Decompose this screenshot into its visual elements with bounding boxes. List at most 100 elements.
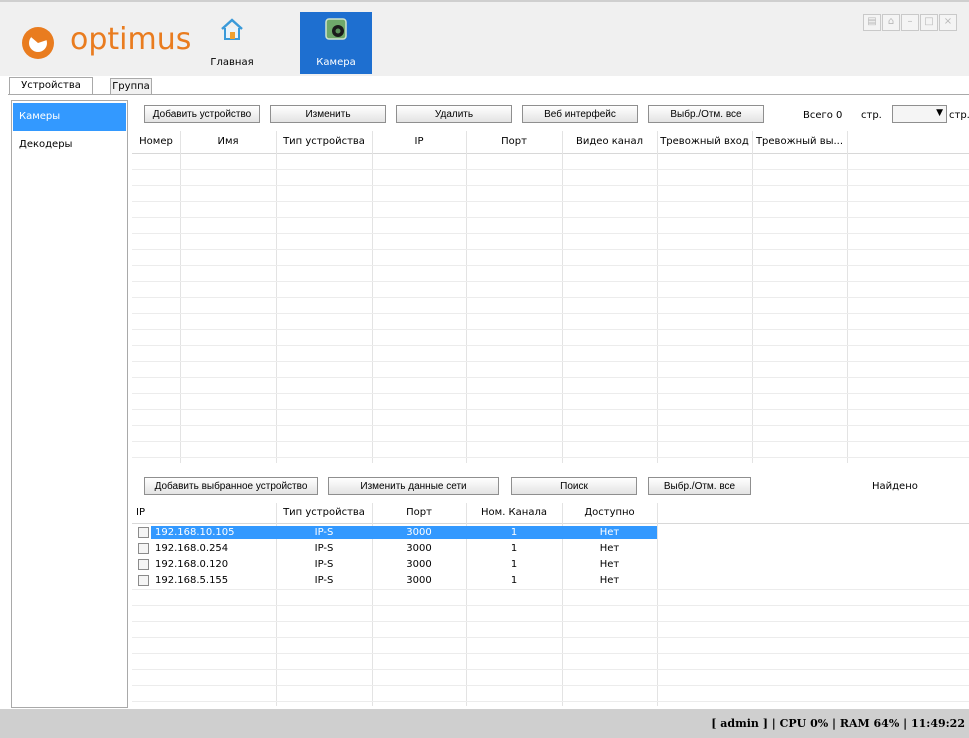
available-cell: Нет — [562, 526, 657, 539]
grid-row-line — [132, 409, 969, 410]
grid-row-line — [132, 281, 969, 282]
total-count: Всего 0 — [803, 110, 843, 121]
status-text: [ admin ] | CPU 0% | RAM 64% | 11:49:22 — [711, 717, 965, 730]
type-cell: IP-S — [314, 575, 334, 586]
type-cell: IP-S — [314, 543, 334, 554]
grid-row-line — [132, 653, 969, 654]
select-all-devices-button[interactable]: Выбр./Отм. все — [648, 105, 764, 123]
col-number[interactable]: Номер — [132, 131, 180, 153]
col-port[interactable]: Порт — [372, 503, 466, 523]
grid-row-line — [132, 701, 969, 702]
grid-row-line — [132, 313, 969, 314]
table-row[interactable]: 192.168.0.254 IP-S 3000 1 Нет — [132, 542, 969, 555]
col-alarm-in[interactable]: Тревожный вход — [657, 131, 752, 153]
close-icon[interactable]: × — [939, 14, 957, 31]
grid-row-line — [132, 377, 969, 378]
shirt-icon[interactable]: ⌂ — [882, 14, 900, 31]
table-row[interactable]: 192.168.10.105 IP-S 3000 1 Нет — [132, 526, 969, 539]
grid-row-line — [132, 201, 969, 202]
grid-row-line — [132, 329, 969, 330]
available-cell: Нет — [599, 559, 620, 570]
col-port[interactable]: Порт — [466, 131, 562, 153]
col-device-type[interactable]: Тип устройства — [276, 503, 372, 523]
col-available[interactable]: Доступно — [562, 503, 657, 523]
edit-device-button[interactable]: Изменить — [270, 105, 386, 123]
optimus-logo-icon — [22, 27, 54, 59]
grid-row-line — [132, 393, 969, 394]
ip-cell: 192.168.5.155 — [155, 575, 229, 586]
channel-cell: 1 — [510, 559, 518, 570]
web-interface-button[interactable]: Веб интерфейс — [522, 105, 638, 123]
grid-row-line — [132, 249, 969, 250]
tab-devices[interactable]: Устройства — [9, 77, 93, 95]
col-alarm-out[interactable]: Тревожный вы... — [752, 131, 847, 153]
grid-row-line — [132, 169, 969, 170]
device-table: Номер Имя Тип устройства IP Порт Видео к… — [132, 131, 969, 463]
table-row[interactable]: 192.168.0.120 IP-S 3000 1 Нет — [132, 558, 969, 571]
grid-row-line — [132, 185, 969, 186]
change-network-button[interactable]: Изменить данные сети — [328, 477, 499, 495]
app-header: optimus Главная Камера ▤ ⌂ – □ × — [0, 0, 969, 76]
status-bar: [ admin ] | CPU 0% | RAM 64% | 11:49:22 — [0, 709, 969, 738]
grid-row-line — [132, 669, 969, 670]
grid-row-line — [132, 233, 969, 234]
row-checkbox[interactable] — [138, 559, 149, 570]
sidebar-item-cameras[interactable]: Камеры — [13, 103, 126, 131]
grid-row-line — [132, 605, 969, 606]
page-label: стр. — [861, 110, 882, 121]
col-ip[interactable]: IP — [372, 131, 466, 153]
row-checkbox[interactable] — [138, 575, 149, 586]
sidebar-item-decoders[interactable]: Декодеры — [13, 131, 126, 159]
grid-row-line — [132, 297, 969, 298]
grid-row-line — [132, 621, 969, 622]
col-name[interactable]: Имя — [180, 131, 276, 153]
type-cell: IP-S — [276, 526, 372, 539]
type-cell: IP-S — [314, 559, 334, 570]
tab-divider — [8, 94, 969, 95]
row-checkbox[interactable] — [138, 543, 149, 554]
port-cell: 3000 — [406, 543, 432, 554]
available-cell: Нет — [599, 575, 620, 586]
available-cell: Нет — [599, 543, 620, 554]
nav-home-button[interactable]: Главная — [196, 12, 268, 74]
lock-icon[interactable]: ▤ — [863, 14, 881, 31]
home-icon — [221, 18, 243, 40]
grid-row-line — [132, 457, 969, 458]
found-label: Найдено — [872, 481, 918, 492]
nav-home-label: Главная — [210, 57, 254, 68]
channel-cell: 1 — [510, 575, 518, 586]
grid-row-line — [132, 345, 969, 346]
camera-icon — [325, 18, 347, 40]
minimize-icon[interactable]: – — [901, 14, 919, 31]
grid-row-line — [132, 685, 969, 686]
page-select[interactable]: ▼ — [892, 105, 947, 123]
col-device-type[interactable]: Тип устройства — [276, 131, 372, 153]
search-button[interactable]: Поиск — [511, 477, 637, 495]
grid-row-line — [132, 425, 969, 426]
row-checkbox[interactable] — [138, 527, 149, 538]
page-suffix: стр. — [949, 110, 969, 121]
grid-row-line — [132, 361, 969, 362]
delete-device-button[interactable]: Удалить — [396, 105, 512, 123]
port-cell: 3000 — [406, 559, 432, 570]
channel-cell: 1 — [510, 543, 518, 554]
col-video-channel[interactable]: Видео канал — [562, 131, 657, 153]
add-device-button[interactable]: Добавить устройство — [144, 105, 260, 123]
grid-row-line — [132, 265, 969, 266]
device-type-sidebar: Камеры Декодеры — [11, 100, 128, 708]
table-row[interactable]: 192.168.5.155 IP-S 3000 1 Нет — [132, 574, 969, 587]
grid-row-line — [132, 217, 969, 218]
nav-camera-label: Камера — [316, 57, 356, 68]
ip-cell: 192.168.10.105 — [151, 526, 276, 539]
device-table-header: Номер Имя Тип устройства IP Порт Видео к… — [132, 131, 969, 154]
select-all-found-button[interactable]: Выбр./Отм. все — [648, 477, 751, 495]
col-channel-number[interactable]: Ном. Канала — [466, 503, 562, 523]
tab-group[interactable]: Группа — [110, 78, 152, 95]
nav-camera-button[interactable]: Камера — [300, 12, 372, 74]
port-cell: 3000 — [372, 526, 466, 539]
brand-name: optimus — [70, 22, 192, 57]
chevron-down-icon: ▼ — [936, 108, 943, 118]
col-ip[interactable]: IP — [136, 503, 180, 523]
add-selected-device-button[interactable]: Добавить выбранное устройство — [144, 477, 318, 495]
maximize-icon[interactable]: □ — [920, 14, 938, 31]
